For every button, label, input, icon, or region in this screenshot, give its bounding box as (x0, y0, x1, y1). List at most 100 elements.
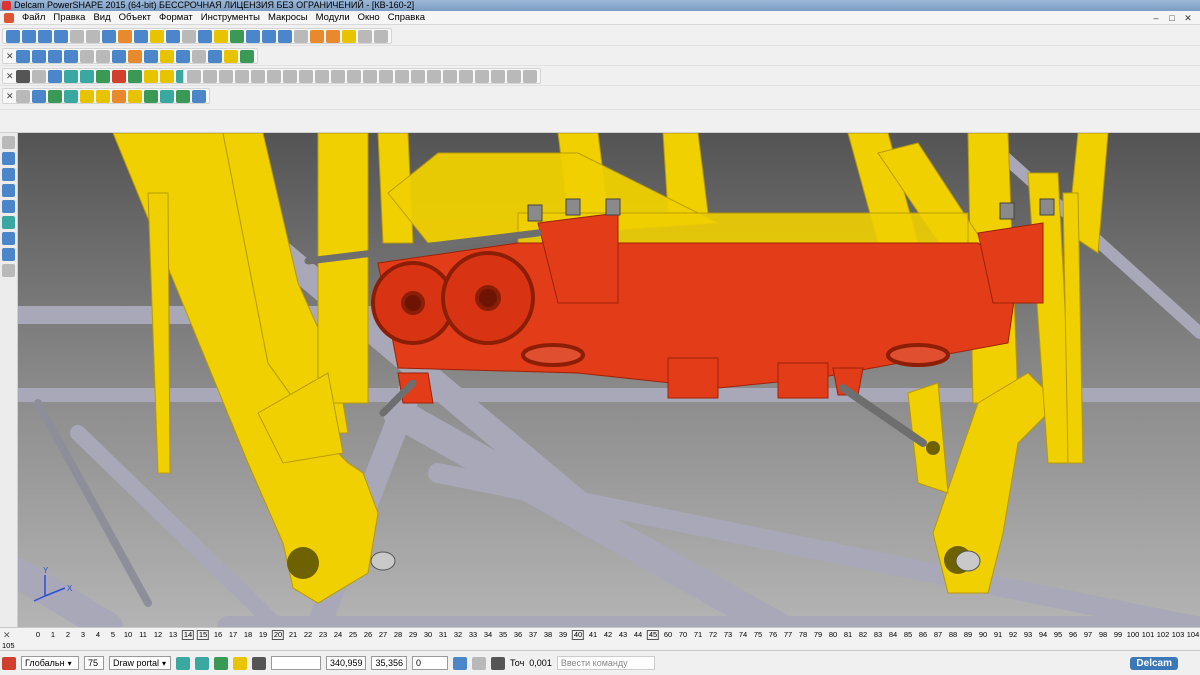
level-tick[interactable]: 21 (289, 630, 297, 639)
close-button[interactable]: ✕ (1182, 13, 1194, 23)
level-tick[interactable]: 82 (859, 630, 867, 639)
object-tool-2-icon[interactable] (32, 69, 46, 83)
shading-tool-2-icon[interactable] (203, 69, 217, 83)
view-tool-15-icon[interactable] (240, 49, 254, 63)
level-tick[interactable]: 90 (979, 630, 987, 639)
command-input[interactable]: Ввести команду (556, 656, 655, 670)
main-tool-24-icon[interactable] (374, 29, 388, 43)
mode-tool-5-icon[interactable] (80, 89, 94, 103)
level-tick[interactable]: 94 (1039, 630, 1047, 639)
view-tool-13-icon[interactable] (208, 49, 222, 63)
level-tick[interactable]: 29 (409, 630, 417, 639)
view-tool-12-icon[interactable] (192, 49, 206, 63)
view-tool-3-icon[interactable] (48, 49, 62, 63)
level-tick[interactable]: 83 (874, 630, 882, 639)
level-tick[interactable]: 100 (1127, 630, 1140, 639)
view-tool-2-icon[interactable] (32, 49, 46, 63)
mode-tool-9-icon[interactable] (144, 89, 158, 103)
shading-tool-13-icon[interactable] (379, 69, 393, 83)
grid-icon[interactable] (252, 656, 266, 670)
main-tool-3-icon[interactable] (38, 29, 52, 43)
view-tool-11-icon[interactable] (176, 49, 190, 63)
object-tool-7-icon[interactable] (112, 69, 126, 83)
menu-format[interactable]: Формат (155, 12, 197, 23)
main-tool-14-icon[interactable] (214, 29, 228, 43)
level-tick[interactable]: 2 (66, 630, 70, 639)
object-tool-8-icon[interactable] (128, 69, 142, 83)
shading-tool-3-icon[interactable] (219, 69, 233, 83)
level-tick[interactable]: 11 (139, 630, 147, 639)
snap-surface-icon[interactable] (214, 656, 228, 670)
shading-tool-12-icon[interactable] (363, 69, 377, 83)
main-tool-16-icon[interactable] (246, 29, 260, 43)
main-tool-4-icon[interactable] (54, 29, 68, 43)
level-tick[interactable]: 18 (244, 630, 252, 639)
level-tick[interactable]: 96 (1069, 630, 1077, 639)
minimize-button[interactable]: – (1150, 13, 1162, 23)
level-tick[interactable]: 87 (934, 630, 942, 639)
main-tool-19-icon[interactable] (294, 29, 308, 43)
close-toolbar-icon[interactable]: ✕ (6, 51, 14, 62)
level-tick[interactable]: 27 (379, 630, 387, 639)
level-tick[interactable]: 89 (964, 630, 972, 639)
level-tick[interactable]: 101 (1142, 630, 1155, 639)
object-tool-3-icon[interactable] (48, 69, 62, 83)
mode-tool-3-icon[interactable] (48, 89, 62, 103)
workplane-icon[interactable] (2, 168, 15, 181)
main-tool-5-icon[interactable] (70, 29, 84, 43)
shading-tool-15-icon[interactable] (411, 69, 425, 83)
level-tick[interactable]: 91 (994, 630, 1002, 639)
restore-button[interactable]: □ (1166, 13, 1178, 23)
level-tick[interactable]: 86 (919, 630, 927, 639)
level-tick[interactable]: 95 (1054, 630, 1062, 639)
shading-tool-19-icon[interactable] (475, 69, 489, 83)
level-tick[interactable]: 20 (271, 630, 285, 640)
level-tick[interactable]: 80 (829, 630, 837, 639)
level-tick[interactable]: 70 (679, 630, 687, 639)
level-tick[interactable]: 15 (196, 630, 210, 640)
level-tick[interactable]: 78 (799, 630, 807, 639)
level-tick[interactable]: 93 (1024, 630, 1032, 639)
level-tick[interactable]: 73 (724, 630, 732, 639)
level-tick[interactable]: 19 (259, 630, 267, 639)
shading-tool-4-icon[interactable] (235, 69, 249, 83)
level-tick[interactable]: 37 (529, 630, 537, 639)
level-tick[interactable]: 39 (559, 630, 567, 639)
tolerance-value[interactable]: 0,001 (529, 658, 552, 668)
level-tick[interactable]: 60 (664, 630, 672, 639)
menu-modules[interactable]: Модули (312, 12, 354, 23)
tolerance-icon[interactable] (491, 656, 505, 670)
shading-tool-14-icon[interactable] (395, 69, 409, 83)
view-tool-8-icon[interactable] (128, 49, 142, 63)
level-tick[interactable]: 3 (81, 630, 85, 639)
shading-tool-18-icon[interactable] (459, 69, 473, 83)
view-tool-5-icon[interactable] (80, 49, 94, 63)
object-tool-9-icon[interactable] (144, 69, 158, 83)
level-tick[interactable]: 42 (604, 630, 612, 639)
close-ruler-icon[interactable]: ✕ (3, 630, 11, 641)
shading-tool-7-icon[interactable] (283, 69, 297, 83)
shading-tool-17-icon[interactable] (443, 69, 457, 83)
level-tick[interactable]: 30 (424, 630, 432, 639)
level-tick[interactable]: 23 (319, 630, 327, 639)
level-tick[interactable]: 98 (1099, 630, 1107, 639)
menu-macros[interactable]: Макросы (264, 12, 312, 23)
object-tool-6-icon[interactable] (96, 69, 110, 83)
level-tick[interactable]: 26 (364, 630, 372, 639)
mode-tool-8-icon[interactable] (128, 89, 142, 103)
level-tick[interactable]: 103 (1172, 630, 1185, 639)
level-number-field[interactable]: 75 (84, 656, 104, 670)
workplane-axes-icon[interactable] (2, 656, 16, 670)
menu-help[interactable]: Справка (384, 12, 429, 23)
level-tick[interactable]: 31 (439, 630, 447, 639)
object-tool-1-icon[interactable] (16, 69, 30, 83)
view-tool-1-icon[interactable] (16, 49, 30, 63)
level-tick[interactable]: 16 (214, 630, 222, 639)
level-tick[interactable]: 17 (229, 630, 237, 639)
level-tick[interactable]: 24 (334, 630, 342, 639)
level-name-select[interactable]: Draw portal (109, 656, 171, 670)
main-tool-23-icon[interactable] (358, 29, 372, 43)
shading-tool-22-icon[interactable] (523, 69, 537, 83)
main-tool-13-icon[interactable] (198, 29, 212, 43)
main-tool-15-icon[interactable] (230, 29, 244, 43)
